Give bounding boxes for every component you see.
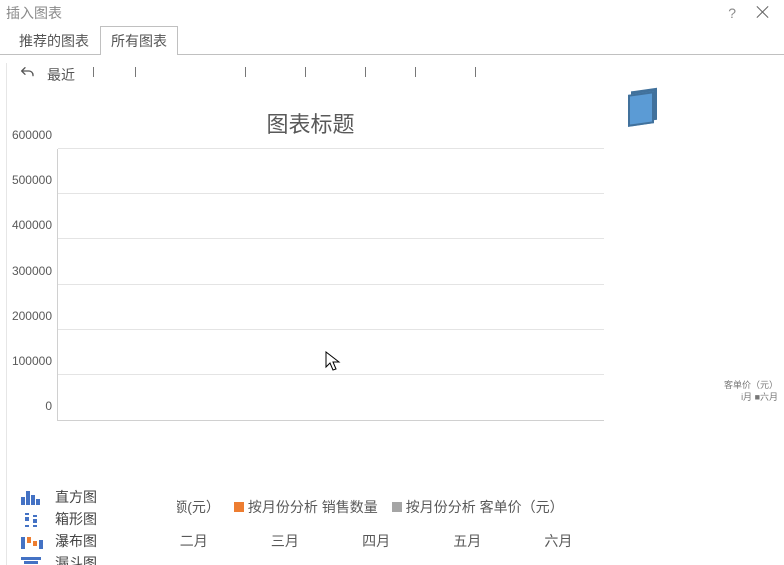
legend-swatch (234, 502, 244, 512)
bar3d-icon (628, 91, 654, 127)
x-tick: 三月 (271, 531, 299, 551)
x-tick: 四月 (362, 531, 390, 551)
waterfall-icon (21, 533, 45, 549)
sidebar-item-label: 直方图 (55, 487, 97, 507)
sidebar-item-boxplot[interactable]: 箱形图 (7, 508, 177, 530)
chart-axes: 0100000200000300000400000500000600000 (57, 149, 604, 421)
x-tick: 五月 (453, 531, 481, 551)
tab-all-charts[interactable]: 所有图表 (100, 26, 178, 55)
sidebar-item-label: 瀑布图 (55, 531, 97, 551)
y-tick: 400000 (12, 218, 52, 232)
close-icon[interactable] (756, 4, 770, 18)
thumb-legend-2: i月 ■六月 (724, 391, 778, 403)
chart-title: 图表标题 (7, 107, 614, 139)
y-tick: 100000 (12, 354, 52, 368)
thumb-legend-1: 客单价（元） (724, 379, 778, 391)
sidebar-item-label: 漏斗图 (55, 553, 97, 565)
recent-label: 最近 (47, 65, 85, 85)
dialog-tabs: 推荐的图表 所有图表 (0, 26, 784, 55)
chart-subtype-strip[interactable] (85, 65, 784, 85)
y-tick: 600000 (12, 128, 52, 142)
legend-label: 按月份分析 销售数量 (248, 497, 378, 517)
y-tick: 200000 (12, 309, 52, 323)
chart-preview[interactable]: 图表标题 01000002000003000004000005000006000… (7, 103, 614, 523)
x-tick: 二月 (180, 531, 208, 551)
tab-recommended[interactable]: 推荐的图表 (8, 26, 100, 55)
y-tick: 300000 (12, 264, 52, 278)
thumbnail-legend: 客单价（元） i月 ■六月 (724, 379, 778, 403)
y-tick: 0 (45, 399, 52, 413)
legend-item: 按月份分析 销售数量 (234, 497, 378, 517)
dialog-titlebar: 插入图表 ? (0, 0, 784, 26)
legend-swatch (392, 502, 402, 512)
legend-item: 按月份分析 客单价（元） (392, 497, 564, 517)
dialog-body: 最近 图表标题 01000002000003000004000005000006… (6, 63, 784, 565)
sidebar-item-label: 箱形图 (55, 509, 97, 529)
x-tick: 六月 (544, 531, 572, 551)
chart-type-list: 直方图 箱形图 瀑布图 (7, 486, 177, 565)
undo-icon[interactable] (7, 65, 47, 86)
help-button[interactable]: ? (728, 0, 736, 26)
sidebar-item-funnel[interactable]: 漏斗图 (7, 552, 177, 565)
sidebar-item-waterfall[interactable]: 瀑布图 (7, 530, 177, 552)
dialog-title: 插入图表 (6, 5, 62, 21)
funnel-icon (21, 555, 45, 565)
chart-thumbnail[interactable]: 客单价（元） i月 ■六月 (624, 93, 784, 423)
histogram-icon (21, 489, 45, 505)
boxplot-icon (21, 511, 45, 527)
chart-bars (58, 149, 604, 420)
y-tick: 500000 (12, 173, 52, 187)
legend-label: 按月份分析 客单价（元） (406, 497, 564, 517)
sidebar-item-histogram[interactable]: 直方图 (7, 486, 177, 508)
